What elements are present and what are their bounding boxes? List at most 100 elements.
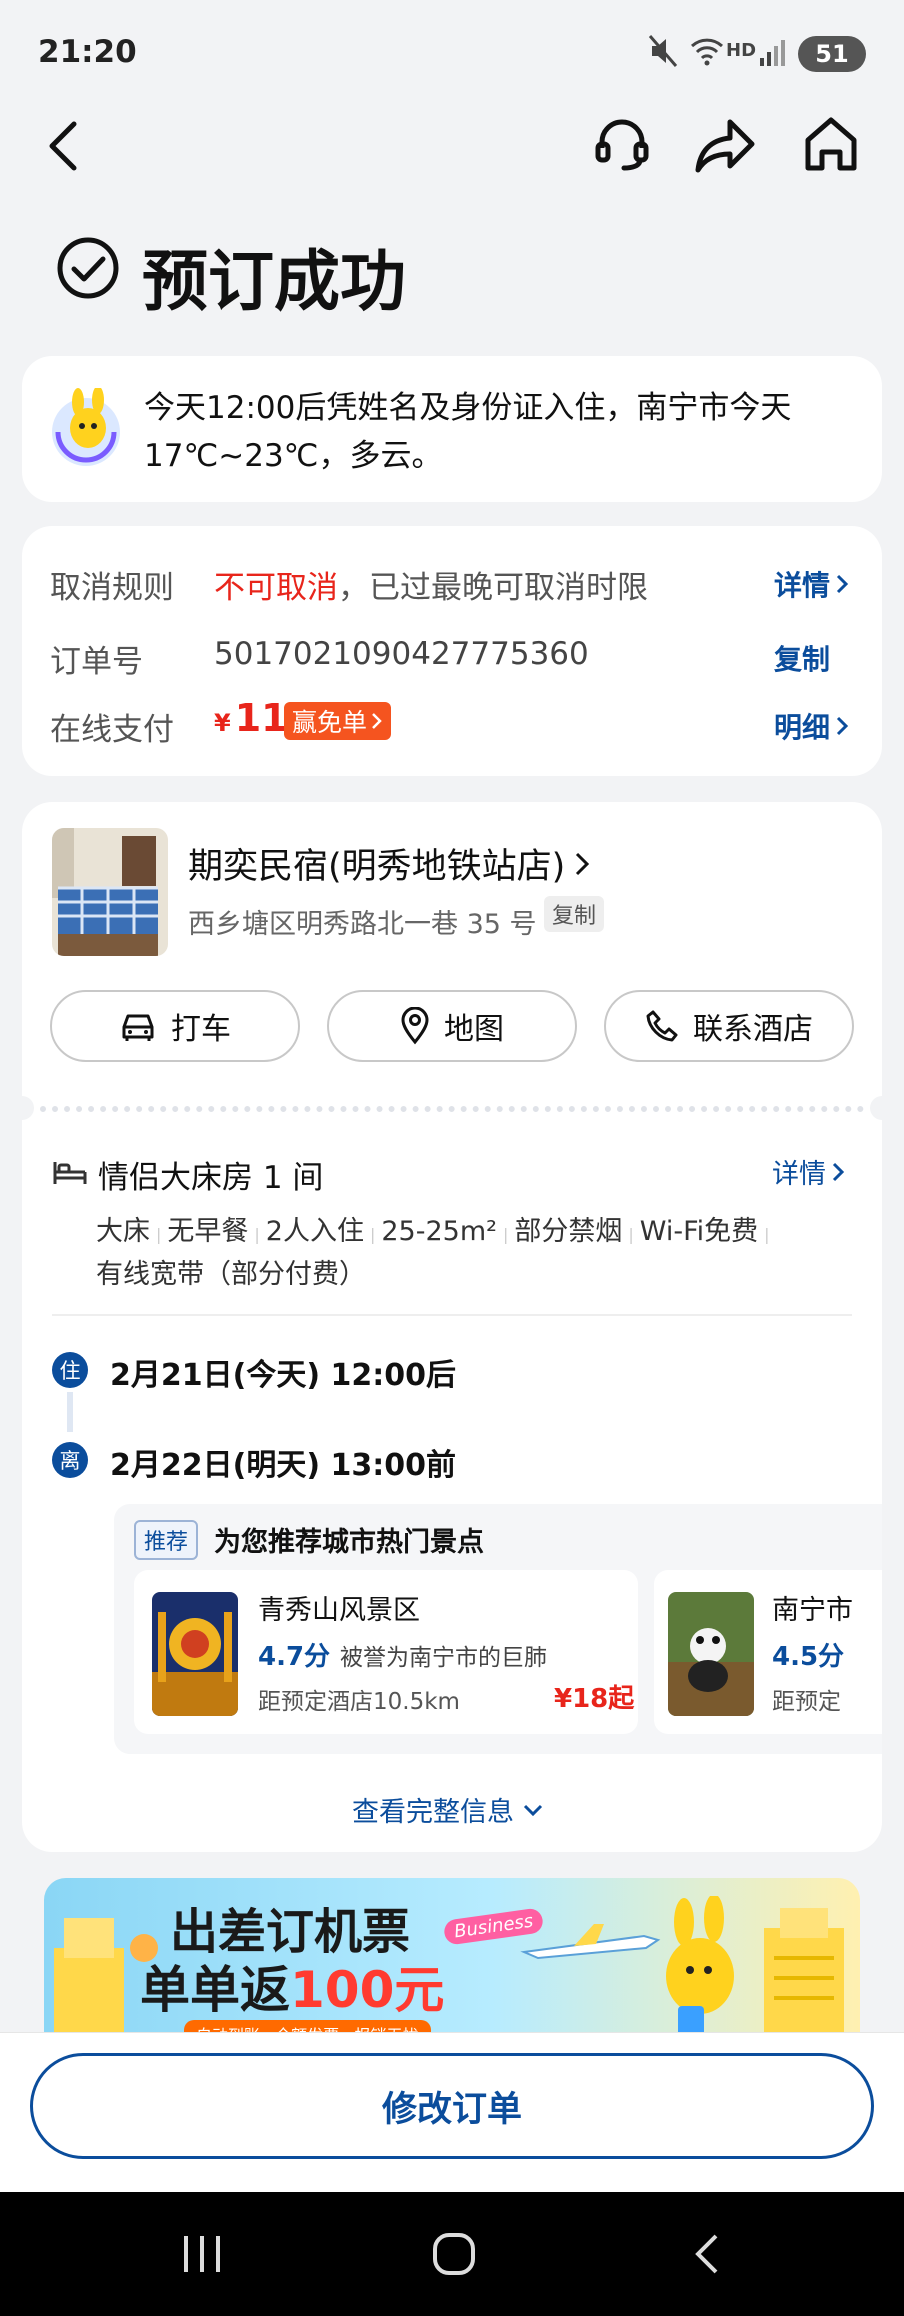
banner-subheadline: 单单返 100元 [140,1950,444,2022]
cancel-note: ，已过最晚可取消时限 [338,570,648,606]
contact-label: 联系酒店 [693,1012,813,1047]
car-icon [122,1014,154,1041]
view-full-info-label: 查看完整信息 [352,1797,514,1828]
attraction-distance: 距预定 [772,1689,841,1715]
map-button[interactable]: 地图 [327,990,577,1062]
system-navigation-bar [0,2192,904,2316]
payment-detail-link[interactable]: 明细 [774,706,850,746]
battery-indicator: 51 [798,36,866,72]
success-check-icon [56,236,120,300]
room-title: 情侣大床房 1 间 [98,1160,324,1196]
mute-icon [648,34,678,68]
attraction-desc: 被誉为南宁市的巨肺 [340,1645,547,1671]
phone-icon [646,1010,678,1042]
cancel-rule-label: 取消规则 [50,570,174,606]
back-arrow-icon [695,2234,718,2274]
modify-order-button[interactable]: 修改订单 [30,2053,874,2159]
payment-detail-label: 明细 [774,711,831,744]
location-pin-icon [401,1007,429,1045]
checkin-date: 2月21日(今天) 12:00后 [110,1358,456,1393]
customer-service-button[interactable] [592,114,652,174]
amenity-tag: 无早餐 [167,1216,249,1247]
amount-value: 11 [234,696,288,740]
chevron-right-icon [372,713,382,729]
amenity-tag: 部分禁烟 [514,1216,623,1247]
date-connector [67,1392,73,1432]
modify-order-label: 修改订单 [381,2089,522,2130]
share-button[interactable] [694,116,756,174]
win-free-order-badge[interactable]: 赢免单 [284,702,392,740]
hotel-photo[interactable] [52,828,168,956]
home-icon [805,117,857,171]
attraction-name: 南宁市 [772,1595,853,1626]
view-full-info-link[interactable]: 查看完整信息 [352,1790,544,1829]
checkout-date: 2月22日(明天) 13:00前 [110,1448,456,1483]
order-number: 5017021090427775360 [214,636,589,672]
cancel-detail-label: 详情 [774,569,831,602]
signal-icon [758,38,788,66]
amenity-tag: Wi-Fi免费 [639,1216,759,1247]
room-detail-label: 详情 [772,1159,826,1190]
headset-icon [595,119,649,171]
page-title: 预订成功 [142,243,406,320]
attraction-card[interactable]: 青秀山风景区 4.7分 被誉为南宁市的巨肺 距预定酒店10.5km ¥18起 [134,1570,638,1734]
amenity-tag: 大床 [96,1216,150,1247]
attraction-card[interactable]: 南宁市 4.5分 距预定 [654,1570,882,1734]
attraction-score: 4.7分 [258,1642,331,1672]
airplane-graphic [514,1918,664,1978]
attraction-distance: 距预定酒店10.5km [258,1689,460,1715]
recommend-title: 为您推荐城市热门景点 [214,1527,484,1558]
contact-hotel-button[interactable]: 联系酒店 [604,990,854,1062]
recent-apps-button[interactable] [180,2234,224,2274]
attraction-score: 4.5分 [772,1642,845,1672]
building-graphic [744,1908,860,2038]
checkout-badge: 离 [52,1442,88,1478]
chevron-left-icon [49,121,77,171]
copy-address-button[interactable]: 复制 [544,896,605,932]
dotted-divider [40,1106,864,1112]
order-info-card: 取消规则 不可取消，已过最晚可取消时限 详情 订单号 5017021090427… [22,526,882,776]
attraction-photo [668,1592,754,1716]
recommend-badge: 推荐 [134,1520,199,1560]
online-payment-label: 在线支付 [50,712,174,748]
back-button[interactable] [44,118,84,174]
hotel-name-link[interactable]: 期奕民宿(明秀地铁站店) [188,838,591,889]
hotel-address: 西乡塘区明秀路北一巷 35 号 [188,909,537,940]
attraction-photo [152,1592,238,1716]
banner-rebate-amount: 100元 [290,1961,445,2019]
ticket-notch-left [10,1096,34,1120]
chevron-right-icon [832,1162,845,1181]
taxi-label: 打车 [171,1012,231,1047]
promo-label: 赢免单 [292,708,368,737]
mascot-graphic [644,1896,754,2038]
chevron-down-icon [523,1804,543,1816]
circle-home-icon [433,2233,475,2275]
amenity-tag: 有线宽带（部分付费） [96,1259,366,1290]
system-back-button[interactable] [692,2232,722,2276]
checkin-badge: 住 [52,1352,88,1388]
hotel-card: 期奕民宿(明秀地铁站店) 西乡塘区明秀路北一巷 35 号 复制 情侣大床房 1 … [10,802,894,1852]
network-label: HD [726,40,757,61]
cancel-detail-link[interactable]: 详情 [774,564,850,604]
room-amenities: 大床 | 无早餐 | 2人入住 | 25-25m² | 部分禁烟 | Wi-Fi免费 | 有线宽带（部分… [96,1216,770,1290]
mascot-icon [48,388,124,468]
room-detail-link[interactable]: 详情 [772,1152,846,1191]
attraction-price: ¥18起 [554,1684,635,1714]
system-home-button[interactable] [432,2232,476,2276]
copy-order-number-button[interactable]: 复制 [774,638,830,678]
payment-amount: ¥11 [214,696,288,740]
attraction-name: 青秀山风景区 [258,1595,420,1626]
notice-card: 今天12:00后凭姓名及身份证入住，南宁市今天17℃~23℃，多云。 [22,356,882,502]
share-icon [695,119,755,173]
checkin-notice-text: 今天12:00后凭姓名及身份证入住，南宁市今天17℃~23℃，多云。 [144,390,792,474]
flight-promo-banner[interactable]: 出差订机票 Business 单单返100元 自动到账 · 全额发票 · 报销无… [44,1878,860,2038]
amenity-tag: 2人入住 [265,1216,364,1247]
status-time: 21:20 [38,34,137,70]
taxi-button[interactable]: 打车 [50,990,300,1062]
banner-rebate-label: 单单返 [140,1961,290,2019]
order-number-label: 订单号 [50,644,143,680]
home-button[interactable] [802,114,860,174]
cancel-status: 不可取消 [214,570,338,606]
amenity-tag: 25-25m² [381,1216,497,1247]
bottom-action-bar: 修改订单 [0,2032,904,2192]
